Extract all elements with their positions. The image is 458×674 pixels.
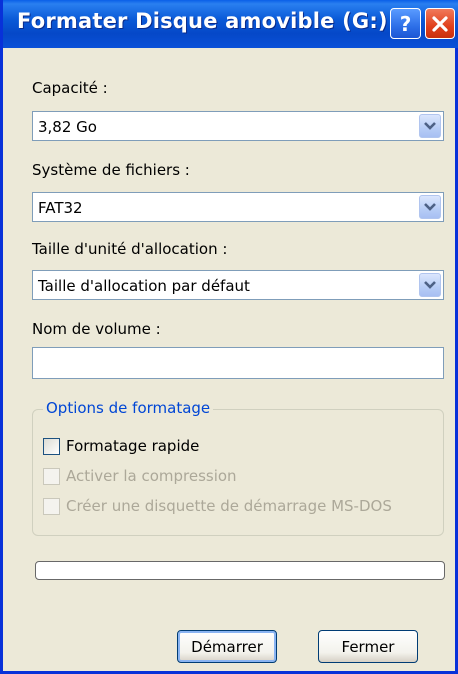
allocation-value: Taille d'allocation par défaut (38, 277, 250, 295)
format-progress-bar (35, 561, 445, 580)
close-icon (432, 15, 448, 32)
quick-format-label[interactable]: Formatage rapide (66, 437, 199, 455)
filesystem-dropdown-button[interactable] (419, 195, 441, 219)
volume-label: Nom de volume : (32, 320, 161, 338)
format-options-group: Options de formatage Formatage rapide Ac… (32, 399, 444, 536)
format-options-legend: Options de formatage (43, 399, 214, 417)
close-button[interactable] (425, 8, 455, 39)
allocation-select[interactable]: Taille d'allocation par défaut (32, 270, 444, 300)
chevron-down-icon (424, 203, 436, 211)
help-button[interactable]: ? (390, 8, 421, 39)
window-title: Formater Disque amovible (G:) (17, 9, 388, 33)
volume-name-input[interactable] (32, 347, 444, 379)
chevron-down-icon (424, 122, 436, 130)
chevron-down-icon (424, 281, 436, 289)
msdos-disk-checkbox (43, 498, 60, 515)
capacity-dropdown-button[interactable] (419, 114, 441, 138)
capacity-value: 3,82 Go (38, 118, 97, 136)
start-button[interactable]: Démarrer (177, 630, 277, 663)
quick-format-checkbox[interactable] (43, 438, 60, 455)
allocation-dropdown-button[interactable] (419, 273, 441, 297)
msdos-disk-label: Créer une disquette de démarrage MS-DOS (66, 497, 392, 515)
filesystem-select[interactable]: FAT32 (32, 192, 444, 222)
compression-label: Activer la compression (66, 467, 237, 485)
capacity-label: Capacité : (32, 79, 108, 97)
filesystem-label: Système de fichiers : (32, 161, 190, 179)
title-bar[interactable]: Formater Disque amovible (G:) ? (3, 0, 458, 48)
filesystem-value: FAT32 (38, 199, 83, 217)
format-dialog: Formater Disque amovible (G:) ? Capacité… (0, 0, 458, 674)
allocation-label: Taille d'unité d'allocation : (32, 240, 228, 258)
capacity-select[interactable]: 3,82 Go (32, 111, 444, 141)
compression-checkbox (43, 468, 60, 485)
close-dialog-button[interactable]: Fermer (318, 630, 418, 663)
